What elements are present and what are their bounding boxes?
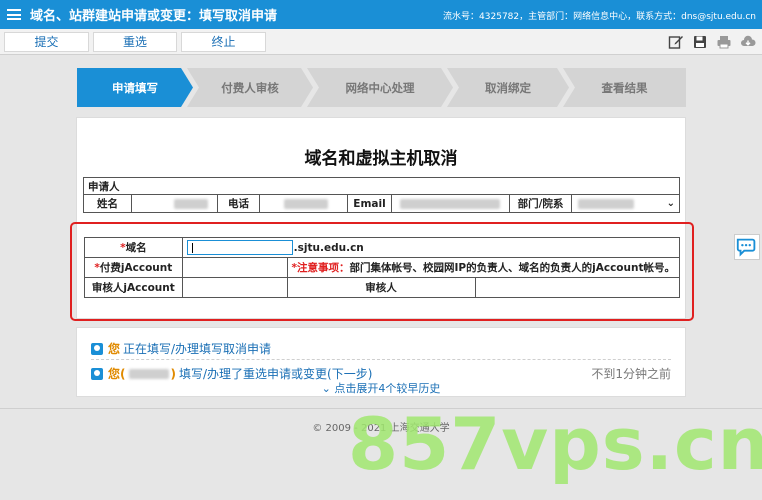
dept-label: 部门/院系 <box>509 194 572 213</box>
title-meta: 流水号：4325782，主管部门：网络信息中心，联系方式：dns@sjtu.ed… <box>443 12 756 22</box>
terminate-button[interactable]: 终止 <box>181 32 266 52</box>
page-title: 域名、站群建站申请或变更：填写取消申请 <box>30 9 278 24</box>
reviewer-account-input[interactable] <box>181 277 288 298</box>
domain-suffix: .sjtu.edu.cn <box>293 241 364 254</box>
menu-icon[interactable] <box>7 9 21 20</box>
name-label: 姓名 <box>83 194 132 213</box>
domain-label: *域名 <box>84 237 183 258</box>
step-unbind: 取消绑定 <box>447 68 569 107</box>
expand-history-link[interactable]: ⌄ 点击展开4个较早历史 <box>77 380 685 396</box>
person-icon <box>91 367 103 380</box>
progress-steps: 申请填写 付费人审核 网络中心处理 取消绑定 查看结果 <box>77 68 686 107</box>
step-apply: 申请填写 <box>77 68 193 107</box>
applicant-table: 申请人 姓名 电话 Email 部门/院系 ⌄ <box>83 177 680 213</box>
title-bar: 域名、站群建站申请或变更：填写取消申请 流水号：4325782，主管部门：网络信… <box>0 0 762 29</box>
payer-input[interactable] <box>181 257 288 278</box>
name-value <box>131 194 218 213</box>
toolbar: 提交 重选 终止 <box>0 29 762 55</box>
chat-icon[interactable] <box>734 234 760 260</box>
reviewer-label: 审核人 <box>286 277 476 298</box>
reviewer-account-label: 审核人jAccount <box>84 277 183 298</box>
step-network-center: 网络中心处理 <box>307 68 453 107</box>
phone-label: 电话 <box>217 194 260 213</box>
history-card: 您 正在填写/办理填写取消申请 您( ) 填写/办理了重选申请或变更(下一步) … <box>76 327 686 397</box>
email-label: Email <box>347 194 392 213</box>
person-icon <box>91 342 103 355</box>
print-icon[interactable] <box>716 34 732 50</box>
reviewer-value <box>474 277 681 298</box>
history-separator <box>91 359 671 360</box>
step-payer-review: 付费人审核 <box>187 68 313 107</box>
edit-icon[interactable] <box>668 34 684 50</box>
history-row-current: 您 正在填写/办理填写取消申请 <box>91 340 271 357</box>
email-value <box>391 194 510 213</box>
save-icon[interactable] <box>692 34 708 50</box>
note-text: *注意事项：部门集体帐号、校园网IP的负责人、域名的负责人的jAccount帐号… <box>286 257 681 278</box>
domain-input[interactable] <box>186 240 293 255</box>
blurred-user <box>128 368 169 379</box>
form-title: 域名和虚拟主机取消 <box>304 149 458 169</box>
applicant-section-label: 申请人 <box>83 177 680 195</box>
dept-select[interactable]: ⌄ <box>571 194 680 213</box>
cancel-detail-table: *域名 .sjtu.edu.cn *付费jAccount *注意事项：部门集体帐… <box>84 237 681 298</box>
payer-label: *付费jAccount <box>84 257 183 278</box>
cloud-download-icon[interactable] <box>740 34 756 50</box>
submit-button[interactable]: 提交 <box>4 32 89 52</box>
footer-divider <box>0 408 762 409</box>
domain-field-cell: .sjtu.edu.cn <box>181 237 681 258</box>
footer-copyright: © 2009 - 2021 上海交通大学 <box>312 423 450 434</box>
phone-value <box>259 194 348 213</box>
step-view-result: 查看结果 <box>563 68 686 107</box>
reselect-button[interactable]: 重选 <box>93 32 177 52</box>
chevron-down-icon: ⌄ <box>321 382 335 395</box>
chevron-down-icon: ⌄ <box>666 197 675 209</box>
